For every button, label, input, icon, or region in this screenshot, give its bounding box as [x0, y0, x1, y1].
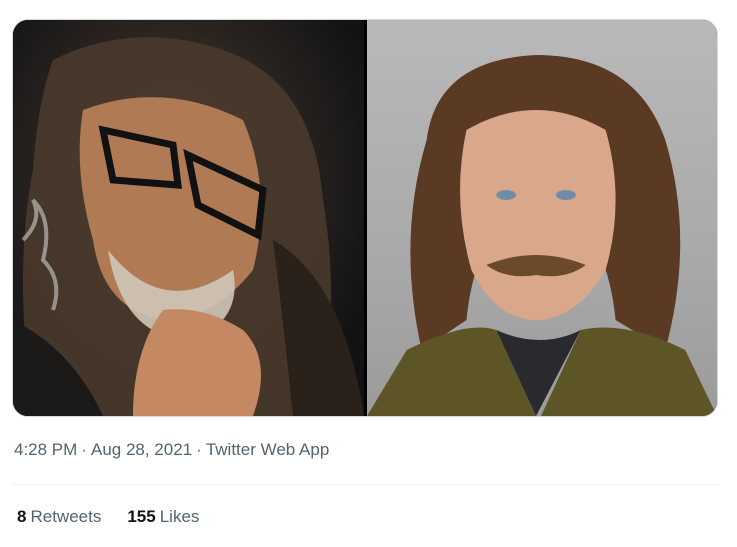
likes-stat[interactable]: 155 Likes	[127, 507, 199, 527]
retweets-stat[interactable]: 8 Retweets	[17, 507, 101, 527]
tweet-timestamp-link[interactable]: 4:28 PM · Aug 28, 2021	[14, 440, 192, 459]
photo-1[interactable]	[13, 20, 364, 416]
retweets-label: Retweets	[30, 507, 102, 526]
tweet-detail: 4:28 PM · Aug 28, 2021 · Twitter Web App 8 Re…	[0, 0, 737, 547]
meta-separator: ·	[81, 440, 87, 459]
tweet-meta: 4:28 PM · Aug 28, 2021 · Twitter Web App	[14, 440, 329, 460]
photo-2[interactable]	[367, 20, 717, 416]
meta-separator: ·	[196, 440, 202, 459]
tweet-date: Aug 28, 2021	[90, 440, 193, 459]
likes-label: Likes	[159, 507, 200, 526]
tweet-time: 4:28 PM	[14, 440, 78, 459]
tweet-stats: 8 Retweets 155 Likes	[17, 507, 199, 527]
retweets-count: 8	[17, 507, 27, 526]
tweet-source-link[interactable]: Twitter Web App	[206, 440, 329, 459]
photo-1-illustration	[13, 37, 364, 416]
media-grid	[12, 19, 718, 417]
photo-2-illustration	[367, 55, 717, 416]
likes-count: 155	[127, 507, 156, 526]
divider	[12, 484, 719, 485]
